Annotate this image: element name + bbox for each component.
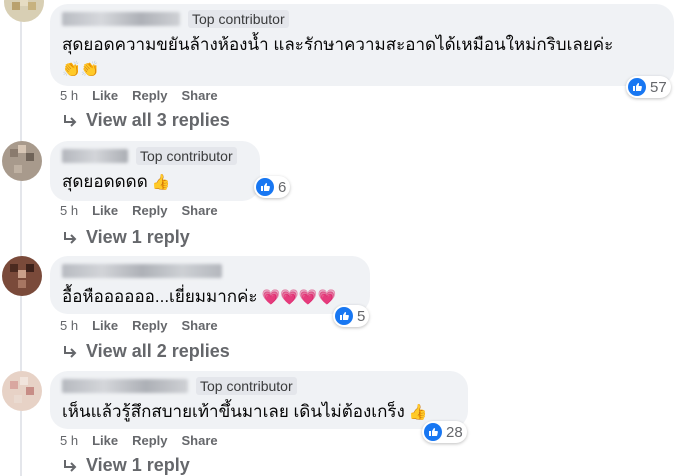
like-thumb-icon — [628, 78, 646, 96]
top-contributor-badge: Top contributor — [196, 377, 297, 395]
like-button[interactable]: Like — [92, 318, 118, 333]
comment-actions: 5 h Like Reply Share — [60, 433, 218, 448]
share-button[interactable]: Share — [182, 203, 218, 218]
avatar[interactable] — [4, 0, 44, 22]
share-button[interactable]: Share — [182, 433, 218, 448]
like-thumb-icon — [424, 423, 442, 441]
share-button[interactable]: Share — [182, 318, 218, 333]
reaction-count[interactable]: 28 — [422, 421, 467, 443]
top-contributor-badge: Top contributor — [136, 147, 237, 165]
reply-button[interactable]: Reply — [132, 203, 167, 218]
avatar[interactable] — [2, 256, 42, 296]
comment-bubble: Top contributor เห็นแล้วรู้สึกสบายเท้าขึ… — [50, 371, 468, 429]
timestamp[interactable]: 5 h — [60, 433, 78, 448]
reply-arrow-icon — [64, 231, 77, 244]
view-replies-link[interactable]: View 1 reply — [62, 455, 190, 476]
clap-emoji: 👏👏 — [62, 60, 100, 78]
reply-button[interactable]: Reply — [132, 88, 167, 103]
timestamp[interactable]: 5 h — [60, 203, 78, 218]
comment-text: อื้อหืออออออ...เยี่ยมมากค่ะ 💗💗💗💗 — [62, 287, 337, 306]
comment-bubble: อื้อหืออออออ...เยี่ยมมากค่ะ 💗💗💗💗 — [50, 256, 370, 314]
view-replies-link[interactable]: View all 2 replies — [62, 341, 230, 362]
view-replies-link[interactable]: View all 3 replies — [62, 110, 230, 131]
top-contributor-badge: Top contributor — [188, 10, 289, 28]
like-button[interactable]: Like — [92, 88, 118, 103]
timestamp[interactable]: 5 h — [60, 318, 78, 333]
reply-button[interactable]: Reply — [132, 318, 167, 333]
comment-actions: 5 h Like Reply Share — [60, 88, 218, 103]
reaction-count[interactable]: 5 — [333, 305, 370, 327]
reaction-count[interactable]: 6 — [254, 176, 291, 198]
comment-text: สุดยอดดดด 👍 — [62, 172, 171, 191]
heart-emoji: 💗💗💗💗 — [261, 288, 337, 306]
share-button[interactable]: Share — [182, 88, 218, 103]
like-thumb-icon — [335, 307, 353, 325]
comment-bubble: Top contributor สุดยอดดดด 👍 — [50, 141, 260, 201]
reaction-count[interactable]: 57 — [626, 76, 671, 98]
reply-arrow-icon — [64, 345, 77, 358]
view-replies-link[interactable]: View 1 reply — [62, 227, 190, 248]
thumbs-up-emoji: 👍 — [151, 173, 171, 191]
avatar[interactable] — [2, 371, 42, 411]
reply-arrow-icon — [64, 114, 77, 127]
author-name[interactable] — [62, 12, 180, 26]
reply-button[interactable]: Reply — [132, 433, 167, 448]
reply-arrow-icon — [64, 459, 77, 472]
comment-text: เห็นแล้วรู้สึกสบายเท้าขึ้นมาเลย เดินไม่ต… — [62, 402, 428, 421]
thumbs-up-emoji: 👍 — [408, 403, 428, 421]
like-thumb-icon — [256, 178, 274, 196]
avatar[interactable] — [2, 141, 42, 181]
timestamp[interactable]: 5 h — [60, 88, 78, 103]
like-button[interactable]: Like — [92, 433, 118, 448]
author-name[interactable] — [62, 149, 128, 163]
comment-actions: 5 h Like Reply Share — [60, 203, 218, 218]
comment-actions: 5 h Like Reply Share — [60, 318, 218, 333]
comment-bubble: Top contributor สุดยอดความขยันล้างห้องน้… — [50, 4, 674, 86]
author-name[interactable] — [62, 264, 222, 278]
comment-text: สุดยอดความขยันล้างห้องน้ำ และรักษาความสะ… — [62, 35, 614, 54]
like-button[interactable]: Like — [92, 203, 118, 218]
author-name[interactable] — [62, 379, 188, 393]
